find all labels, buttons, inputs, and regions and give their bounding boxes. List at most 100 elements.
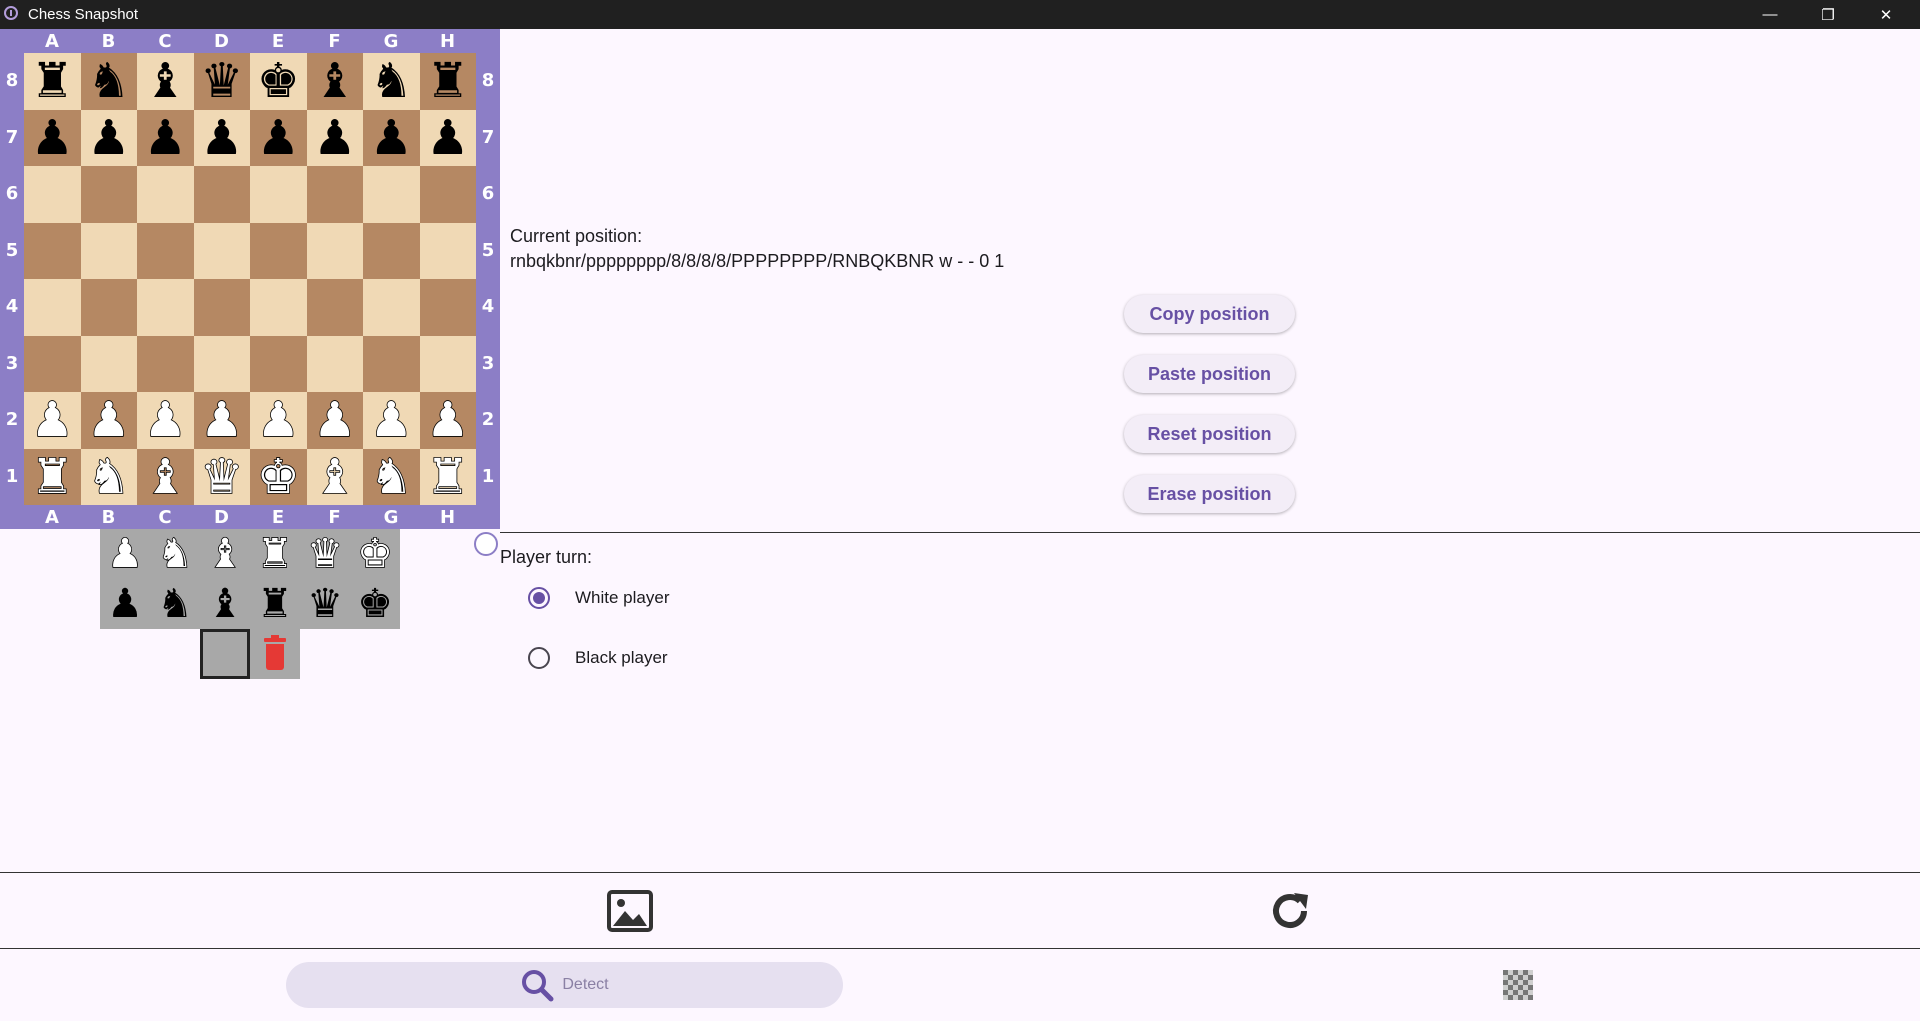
palette-cell[interactable]: ♝ [200, 579, 250, 629]
white-bishop-icon[interactable]: ♝ [312, 452, 357, 502]
black-pawn-icon[interactable]: ♟ [200, 114, 243, 162]
white-pawn-icon[interactable]: ♟ [30, 395, 75, 445]
square-d6[interactable] [193, 166, 250, 223]
piece-palette[interactable]: ♟ ♞ ♝ ♜ ♛ ♚ ♟ ♞ ♝ ♜ ♛ ♚ [100, 529, 400, 629]
detect-button[interactable]: Detect [286, 962, 843, 1008]
square-f6[interactable] [306, 166, 363, 223]
black-pawn-icon[interactable]: ♟ [426, 114, 469, 162]
square-g1[interactable]: ♞ [363, 448, 420, 505]
square-c5[interactable] [137, 222, 194, 279]
trash-icon[interactable] [250, 629, 300, 679]
black-pawn-icon[interactable]: ♟ [370, 114, 413, 162]
square-f3[interactable] [306, 335, 363, 392]
square-g6[interactable] [363, 166, 420, 223]
square-d1[interactable]: ♛ [193, 448, 250, 505]
square-c6[interactable] [137, 166, 194, 223]
paste-position-button[interactable]: Paste position [1124, 355, 1295, 393]
square-a6[interactable] [24, 166, 81, 223]
rotate-icon[interactable] [1264, 885, 1316, 937]
square-d4[interactable] [193, 279, 250, 336]
copy-position-button[interactable]: Copy position [1124, 295, 1295, 333]
square-e7[interactable]: ♟ [250, 109, 307, 166]
black-pawn-icon[interactable]: ♟ [107, 584, 143, 624]
square-g2[interactable]: ♟ [363, 392, 420, 449]
palette-cell[interactable]: ♚ [350, 579, 400, 629]
black-king-icon[interactable]: ♚ [357, 584, 393, 624]
square-e5[interactable] [250, 222, 307, 279]
black-rook-icon[interactable]: ♜ [31, 57, 74, 105]
white-knight-icon[interactable]: ♞ [156, 533, 193, 575]
black-pawn-icon[interactable]: ♟ [31, 114, 74, 162]
square-b6[interactable] [80, 166, 137, 223]
erase-position-button[interactable]: Erase position [1124, 475, 1295, 513]
black-pawn-icon[interactable]: ♟ [144, 114, 187, 162]
square-h2[interactable]: ♟ [419, 392, 476, 449]
square-g4[interactable] [363, 279, 420, 336]
white-bishop-icon[interactable]: ♝ [206, 533, 243, 575]
black-bishop-icon[interactable]: ♝ [144, 57, 187, 105]
white-pawn-icon[interactable]: ♟ [425, 395, 470, 445]
square-e3[interactable] [250, 335, 307, 392]
black-pawn-icon[interactable]: ♟ [313, 114, 356, 162]
black-rook-icon[interactable]: ♜ [426, 57, 469, 105]
square-a3[interactable] [24, 335, 81, 392]
black-knight-icon[interactable]: ♞ [157, 584, 193, 624]
black-bishop-icon[interactable]: ♝ [207, 584, 243, 624]
square-b8[interactable]: ♞ [80, 53, 137, 110]
square-b2[interactable]: ♟ [80, 392, 137, 449]
palette-cell[interactable]: ♞ [150, 579, 200, 629]
white-pawn-icon[interactable]: ♟ [106, 533, 143, 575]
white-player-label[interactable]: White player [575, 588, 669, 608]
square-a2[interactable]: ♟ [24, 392, 81, 449]
chess-board[interactable]: ♜ ♞ ♝ ♛ ♚ ♝ ♞ ♜ ♟ ♟ ♟ ♟ ♟ ♟ ♟ ♟ ♟ ♟ ♟ ♟ ♟ ♟ ♟ ♟ ♜ ♞ ♝ ♛ ♚ ♝ ♞ ♜ [24, 53, 476, 505]
square-c7[interactable]: ♟ [137, 109, 194, 166]
square-e8[interactable]: ♚ [250, 53, 307, 110]
palette-cell[interactable]: ♜ [250, 529, 300, 579]
square-b7[interactable]: ♟ [80, 109, 137, 166]
square-h7[interactable]: ♟ [419, 109, 476, 166]
palette-cell[interactable]: ♚ [350, 529, 400, 579]
square-b1[interactable]: ♞ [80, 448, 137, 505]
palette-cell[interactable]: ♟ [100, 529, 150, 579]
black-bishop-icon[interactable]: ♝ [313, 57, 356, 105]
square-b3[interactable] [80, 335, 137, 392]
close-button[interactable]: ✕ [1857, 0, 1915, 29]
black-player-label[interactable]: Black player [575, 648, 668, 668]
palette-cell[interactable]: ♛ [300, 529, 350, 579]
square-d5[interactable] [193, 222, 250, 279]
square-g5[interactable] [363, 222, 420, 279]
square-g8[interactable]: ♞ [363, 53, 420, 110]
square-d7[interactable]: ♟ [193, 109, 250, 166]
white-rook-icon[interactable]: ♜ [425, 452, 470, 502]
palette-cell[interactable]: ♜ [250, 579, 300, 629]
empty-square-tool[interactable] [200, 629, 250, 679]
white-knight-icon[interactable]: ♞ [369, 452, 414, 502]
square-f7[interactable]: ♟ [306, 109, 363, 166]
white-queen-icon[interactable]: ♛ [306, 533, 343, 575]
square-a8[interactable]: ♜ [24, 53, 81, 110]
white-pawn-icon[interactable]: ♟ [256, 395, 301, 445]
white-pawn-icon[interactable]: ♟ [199, 395, 244, 445]
black-king-icon[interactable]: ♚ [257, 57, 300, 105]
white-king-icon[interactable]: ♚ [256, 452, 301, 502]
palette-cell[interactable]: ♛ [300, 579, 350, 629]
square-f1[interactable]: ♝ [306, 448, 363, 505]
square-f2[interactable]: ♟ [306, 392, 363, 449]
square-e6[interactable] [250, 166, 307, 223]
square-e2[interactable]: ♟ [250, 392, 307, 449]
square-b5[interactable] [80, 222, 137, 279]
black-knight-icon[interactable]: ♞ [87, 57, 130, 105]
square-f4[interactable] [306, 279, 363, 336]
white-rook-icon[interactable]: ♜ [256, 533, 293, 575]
square-g3[interactable] [363, 335, 420, 392]
black-knight-icon[interactable]: ♞ [370, 57, 413, 105]
square-c1[interactable]: ♝ [137, 448, 194, 505]
square-d2[interactable]: ♟ [193, 392, 250, 449]
square-h6[interactable] [419, 166, 476, 223]
white-pawn-icon[interactable]: ♟ [312, 395, 357, 445]
black-queen-icon[interactable]: ♛ [200, 57, 243, 105]
square-h4[interactable] [419, 279, 476, 336]
palette-cell[interactable]: ♟ [100, 579, 150, 629]
square-a1[interactable]: ♜ [24, 448, 81, 505]
white-queen-icon[interactable]: ♛ [199, 452, 244, 502]
